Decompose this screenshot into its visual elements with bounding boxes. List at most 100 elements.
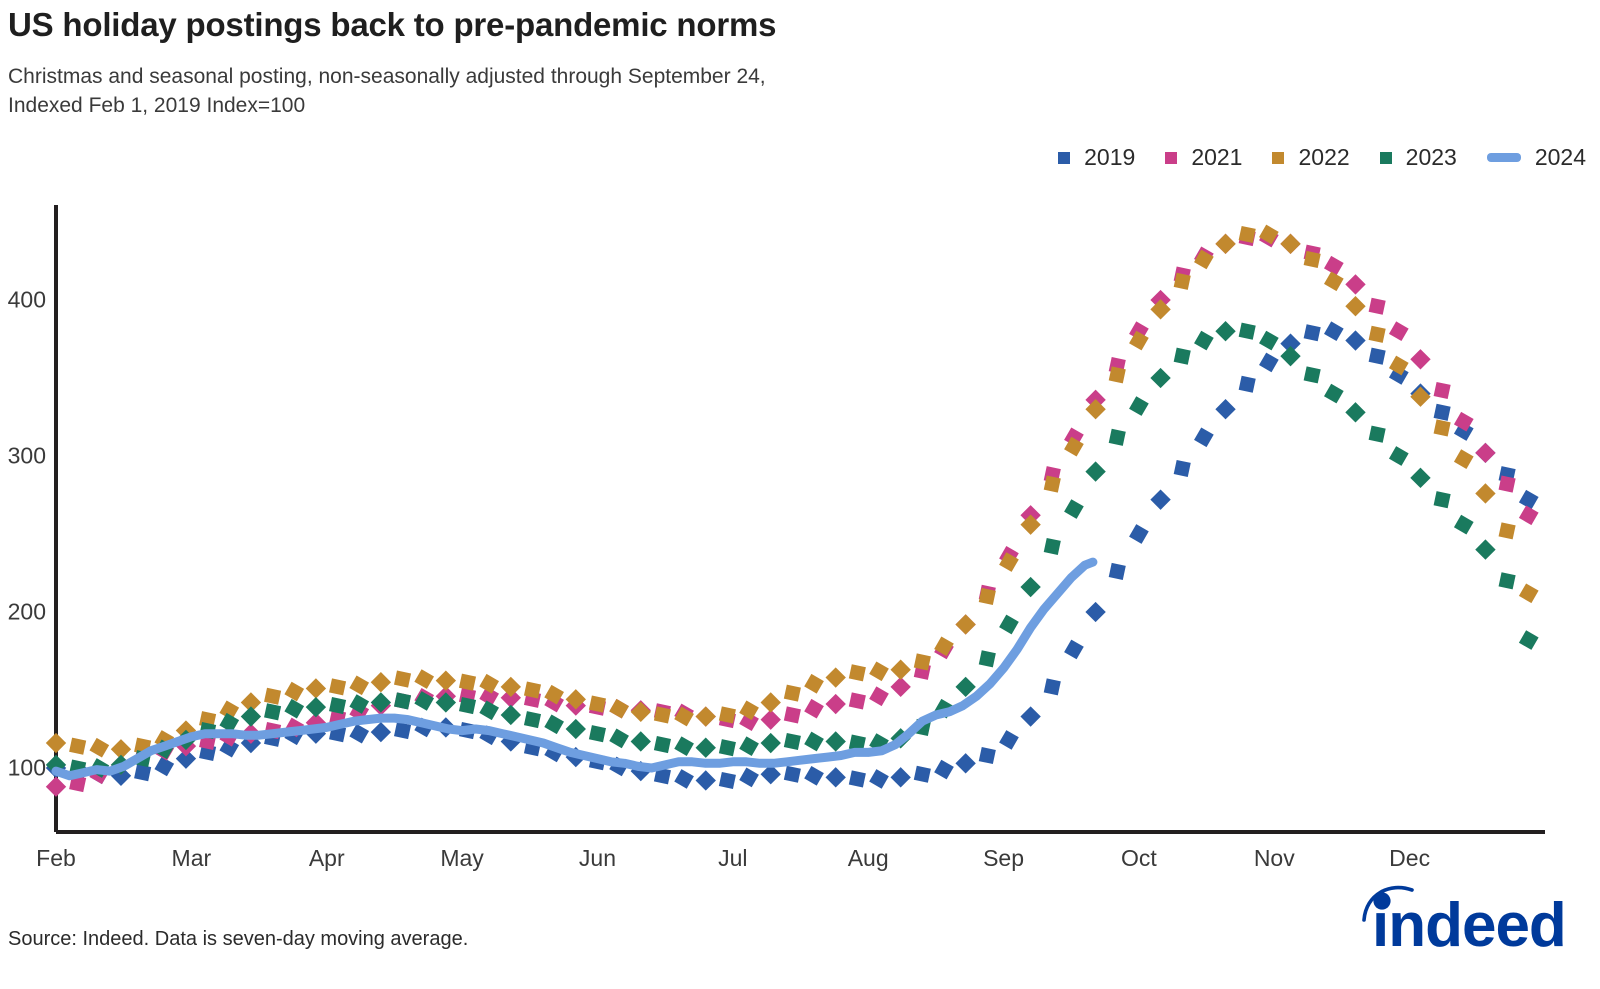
data-marker [1108, 428, 1126, 446]
data-marker [1020, 576, 1041, 598]
data-marker [1064, 499, 1084, 519]
data-marker [523, 711, 542, 729]
data-marker [804, 673, 824, 694]
data-marker [630, 701, 651, 723]
data-marker [544, 714, 564, 735]
data-marker [1085, 461, 1106, 482]
data-marker [825, 767, 846, 788]
source-note: Source: Indeed. Data is seven-day moving… [8, 928, 469, 950]
data-marker [1194, 330, 1214, 351]
indeed-logo: indeed [1362, 885, 1567, 954]
series-2022 [45, 224, 1539, 760]
data-marker [718, 706, 736, 724]
data-marker [370, 672, 392, 693]
data-marker [370, 692, 392, 713]
data-marker [783, 706, 801, 724]
data-marker [1388, 321, 1409, 342]
data-marker [1043, 678, 1061, 696]
data-marker [45, 732, 67, 754]
data-marker [760, 692, 781, 713]
data-marker [1368, 325, 1386, 343]
data-marker [154, 756, 175, 777]
data-marker [458, 673, 477, 691]
data-marker [1303, 324, 1321, 342]
data-marker [783, 684, 801, 702]
data-marker [500, 704, 522, 726]
data-marker [718, 771, 736, 790]
data-marker [1475, 539, 1496, 560]
data-marker [1410, 349, 1431, 370]
data-marker [414, 669, 435, 689]
data-marker [999, 614, 1019, 635]
data-marker [588, 695, 606, 713]
data-marker [393, 692, 412, 710]
data-marker [1085, 601, 1106, 623]
data-marker [1433, 491, 1451, 509]
data-marker [435, 670, 457, 691]
data-marker [1238, 225, 1256, 244]
data-marker [565, 718, 586, 740]
data-marker [630, 731, 651, 752]
data-marker [1518, 583, 1539, 604]
data-marker [1433, 419, 1451, 437]
data-marker [978, 650, 996, 668]
data-marker [1323, 271, 1344, 292]
data-marker [1173, 272, 1191, 290]
data-marker [500, 676, 522, 698]
data-marker [869, 686, 889, 707]
plot-area [45, 205, 1545, 834]
data-marker [1303, 366, 1321, 384]
data-marker [588, 725, 606, 743]
data-marker [1280, 233, 1301, 255]
data-marker [1368, 347, 1386, 365]
data-marker [240, 706, 262, 727]
data-marker [718, 739, 736, 757]
data-marker [739, 736, 759, 756]
data-marker [1475, 483, 1496, 504]
data-marker [825, 731, 846, 752]
data-marker [1150, 367, 1171, 389]
data-marker [1433, 403, 1451, 421]
data-marker [370, 721, 392, 743]
data-marker [869, 661, 889, 682]
data-marker [1108, 562, 1126, 580]
chart-container: US holiday postings back to pre-pandemic… [0, 0, 1600, 989]
data-marker [978, 587, 996, 605]
data-marker [1498, 475, 1516, 493]
data-marker [913, 653, 931, 671]
data-marker [1345, 296, 1366, 317]
data-marker [1043, 537, 1061, 556]
data-marker [978, 746, 996, 765]
data-marker [1518, 505, 1539, 526]
data-marker [653, 706, 671, 724]
data-marker [134, 764, 152, 782]
data-marker [825, 693, 846, 715]
data-marker [1064, 639, 1084, 660]
data-marker [479, 673, 499, 694]
data-marker [284, 698, 305, 719]
data-marker [1518, 489, 1539, 510]
data-marker [349, 723, 370, 744]
data-marker [1345, 402, 1366, 423]
data-marker [1215, 321, 1236, 342]
data-marker [1173, 459, 1191, 478]
data-marker [1150, 489, 1171, 510]
data-marker [523, 681, 542, 699]
data-marker [783, 765, 801, 783]
data-marker [393, 722, 412, 740]
data-marker [739, 767, 759, 788]
data-marker [1498, 522, 1516, 540]
data-marker [934, 759, 954, 780]
data-marker [1129, 396, 1149, 416]
data-marker [1433, 381, 1451, 400]
data-marker [848, 770, 866, 788]
data-marker [458, 697, 477, 715]
data-marker [1259, 330, 1279, 351]
data-marker [1238, 375, 1256, 393]
data-marker [955, 614, 976, 635]
data-marker [349, 675, 370, 696]
data-marker [1259, 352, 1279, 373]
data-marker [89, 737, 110, 758]
data-marker [305, 678, 327, 699]
data-marker [783, 732, 801, 751]
